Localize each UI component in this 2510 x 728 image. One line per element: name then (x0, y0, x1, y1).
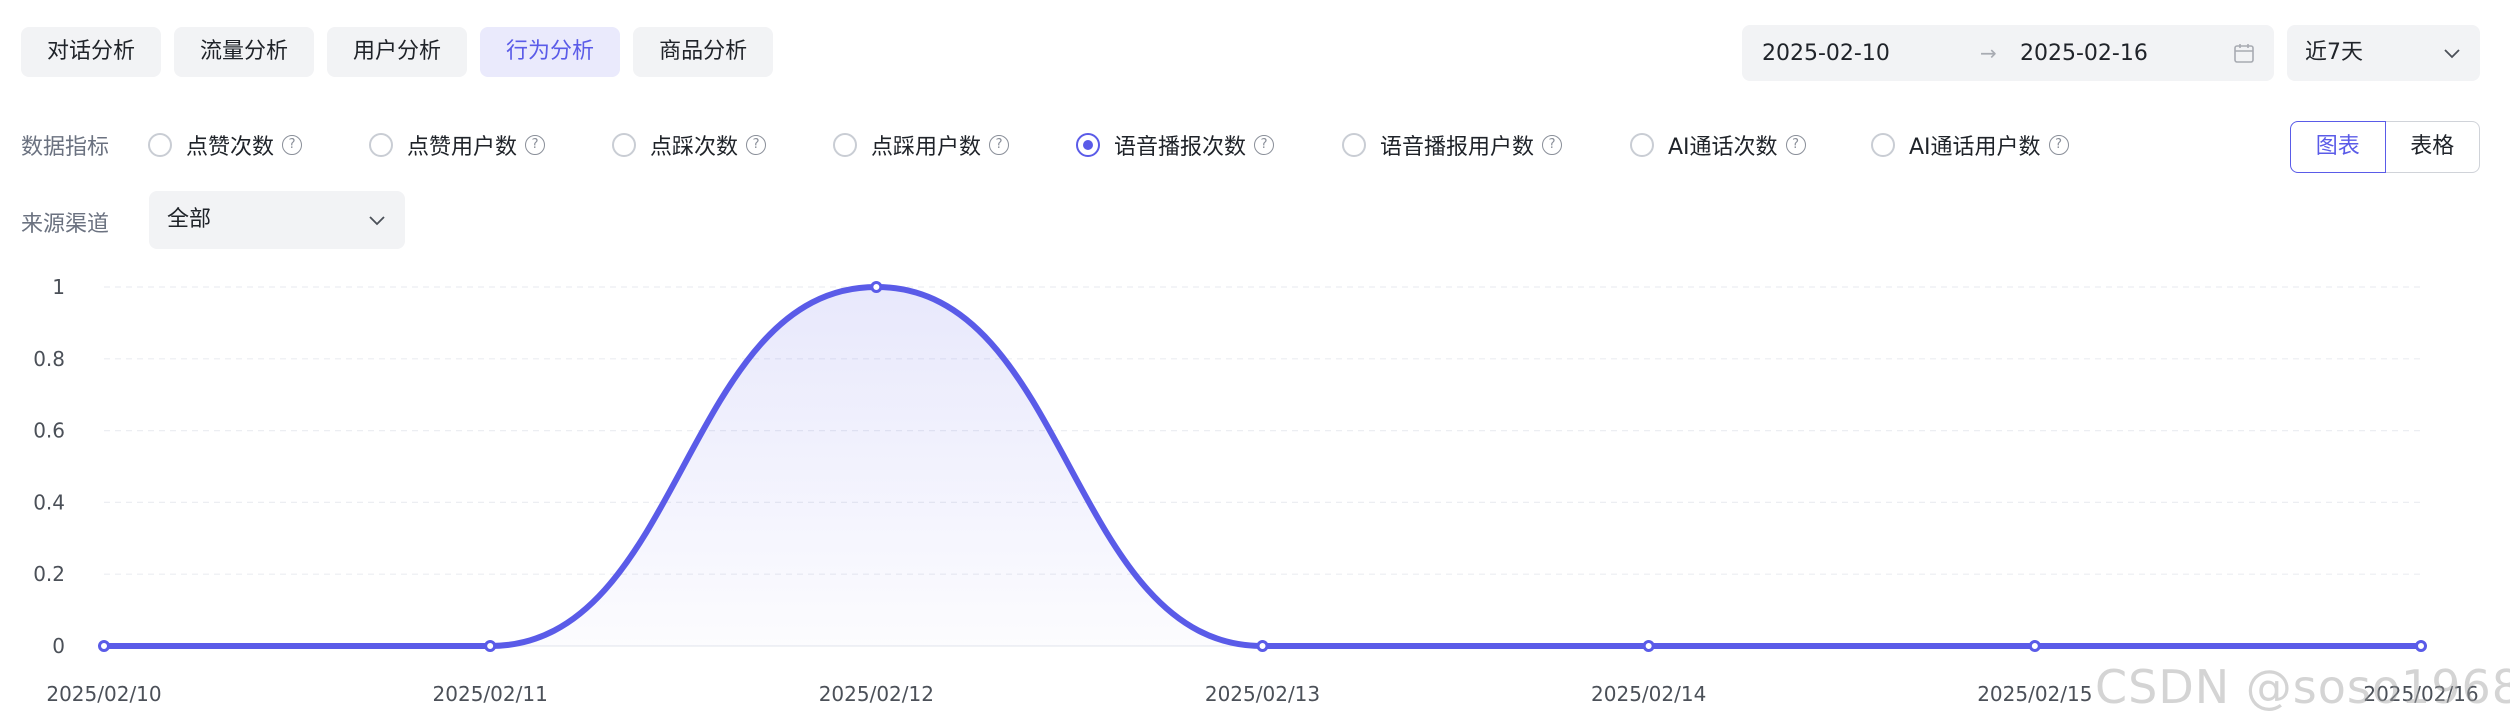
y-tick-label: 0.8 (33, 347, 65, 371)
tab-dialog-analysis[interactable]: 对话分析 (21, 27, 162, 77)
radio-icon[interactable] (1342, 133, 1366, 157)
end-date[interactable]: 2025-02-16 (2020, 41, 2148, 66)
tab-behavior-analysis[interactable]: 行为分析 (480, 27, 621, 77)
view-toggle: 图表 表格 (2290, 121, 2480, 173)
data-point[interactable] (2415, 640, 2427, 652)
metric-voice-broadcast-users[interactable]: 语音播报用户数 ? (1342, 127, 1563, 163)
tab-user-analysis[interactable]: 用户分析 (327, 27, 468, 77)
source-label: 来源渠道 (21, 212, 110, 237)
series-line (101, 283, 2424, 650)
question-icon[interactable]: ? (1542, 135, 1563, 155)
metric-likes-users[interactable]: 点赞用户数 ? (369, 127, 546, 163)
metric-label: AI通话用户数 (1909, 135, 2041, 160)
chevron-down-icon (2444, 49, 2460, 59)
y-tick-label: 0.4 (33, 490, 65, 514)
line-chart: 0 0.2 0.4 0.6 0.8 1 2025/02/10 2025/02/11 2025/… (33, 275, 2478, 706)
question-icon[interactable]: ? (746, 135, 767, 155)
radio-icon[interactable] (1630, 133, 1654, 157)
data-point[interactable] (870, 281, 883, 293)
metric-label: 语音播报次数 (1114, 135, 1247, 160)
metrics-label: 数据指标 (21, 135, 110, 160)
data-point[interactable] (2028, 640, 2041, 652)
question-icon[interactable]: ? (525, 135, 546, 155)
radio-checked-icon[interactable] (1076, 133, 1100, 157)
chart-view-button[interactable]: 图表 (2290, 121, 2386, 173)
metric-ai-call-count[interactable]: AI通话次数 ? (1630, 127, 1806, 163)
table-view-button[interactable]: 表格 (2385, 121, 2480, 173)
x-tick-label: 2025/02/12 (819, 682, 934, 706)
tab-traffic-analysis[interactable]: 流量分析 (174, 27, 315, 77)
source-channel-select[interactable]: 全部 (149, 191, 405, 249)
metric-label: 语音播报用户数 (1380, 135, 1535, 160)
metric-ai-call-users[interactable]: AI通话用户数 ? (1871, 127, 2069, 163)
radio-icon[interactable] (148, 133, 172, 157)
metric-voice-broadcast-count[interactable]: 语音播报次数 ? (1076, 127, 1275, 163)
date-range-picker[interactable]: 2025-02-10 → 2025-02-16 (1742, 25, 2274, 81)
source-value: 全部 (167, 207, 212, 232)
y-tick-label: 0 (52, 634, 65, 658)
chevron-down-icon (369, 216, 385, 226)
data-point[interactable] (98, 640, 110, 652)
metric-label: 点踩次数 (650, 135, 739, 160)
question-icon[interactable]: ? (282, 135, 303, 155)
x-tick-label: 2025/02/14 (1591, 682, 1706, 706)
metric-label: 点踩用户数 (871, 135, 982, 160)
calendar-icon[interactable] (2232, 41, 2256, 65)
question-icon[interactable]: ? (989, 135, 1010, 155)
radio-icon[interactable] (1871, 133, 1895, 157)
x-tick-label: 2025/02/13 (1205, 682, 1320, 706)
start-date[interactable]: 2025-02-10 (1762, 41, 1890, 66)
series-area (104, 287, 2421, 646)
metric-label: 点赞次数 (186, 135, 275, 160)
analysis-tabs: 对话分析 流量分析 用户分析 行为分析 商品分析 (21, 27, 774, 77)
x-tick-label: 2025/02/10 (46, 682, 161, 706)
data-point[interactable] (484, 640, 497, 652)
y-tick-label: 0.6 (33, 419, 65, 443)
period-select[interactable]: 近7天 (2287, 25, 2480, 81)
radio-icon[interactable] (833, 133, 857, 157)
y-tick-label: 0.2 (33, 562, 65, 586)
data-point[interactable] (1256, 640, 1269, 652)
radio-icon[interactable] (369, 133, 393, 157)
data-point[interactable] (1642, 640, 1655, 652)
metric-label: 点赞用户数 (407, 135, 518, 160)
radio-icon[interactable] (612, 133, 636, 157)
watermark-text: CSDN @soso1968 (2095, 660, 2510, 714)
x-tick-label: 2025/02/15 (1977, 682, 2092, 706)
x-tick-label: 2025/02/11 (433, 682, 548, 706)
metric-dislikes-count[interactable]: 点踩次数 ? (612, 127, 767, 163)
question-icon[interactable]: ? (1785, 135, 1806, 155)
period-value: 近7天 (2305, 40, 2363, 65)
tab-product-analysis[interactable]: 商品分析 (633, 27, 774, 77)
metric-likes-count[interactable]: 点赞次数 ? (148, 127, 303, 163)
question-icon[interactable]: ? (2048, 135, 2069, 155)
y-tick-label: 1 (52, 275, 65, 299)
question-icon[interactable]: ? (1254, 135, 1275, 155)
metric-label: AI通话次数 (1668, 135, 1778, 160)
range-arrow-icon: → (1980, 41, 1997, 65)
metric-dislikes-users[interactable]: 点踩用户数 ? (833, 127, 1010, 163)
